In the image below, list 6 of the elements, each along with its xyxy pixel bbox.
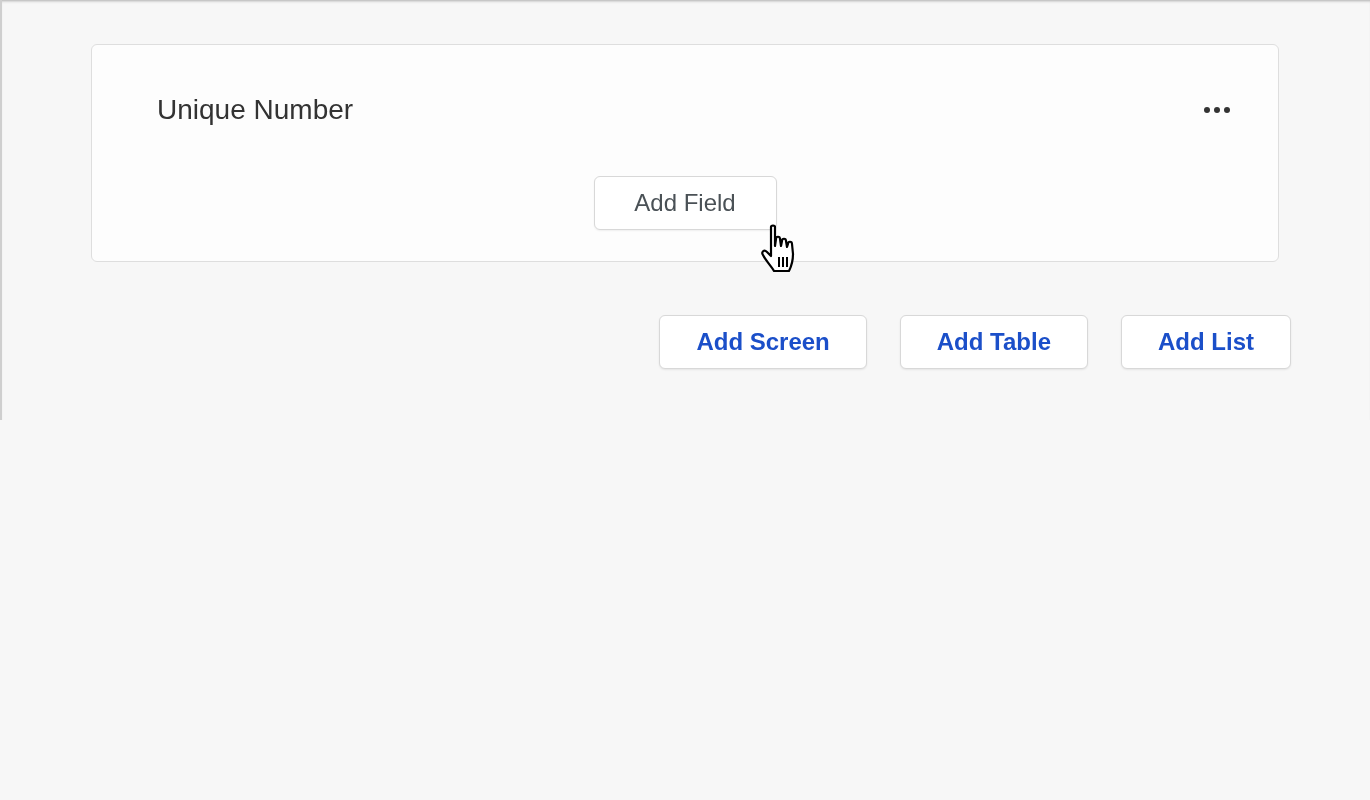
- add-action-button[interactable]: Add Table: [899, 315, 1088, 369]
- card-title: Unique Number: [157, 94, 354, 126]
- add-action-button[interactable]: Add Screen: [659, 315, 867, 369]
- add-field-button[interactable]: Add Field: [593, 176, 777, 230]
- more-icon[interactable]: [1204, 107, 1230, 113]
- add-action-button[interactable]: Add List: [1121, 315, 1291, 369]
